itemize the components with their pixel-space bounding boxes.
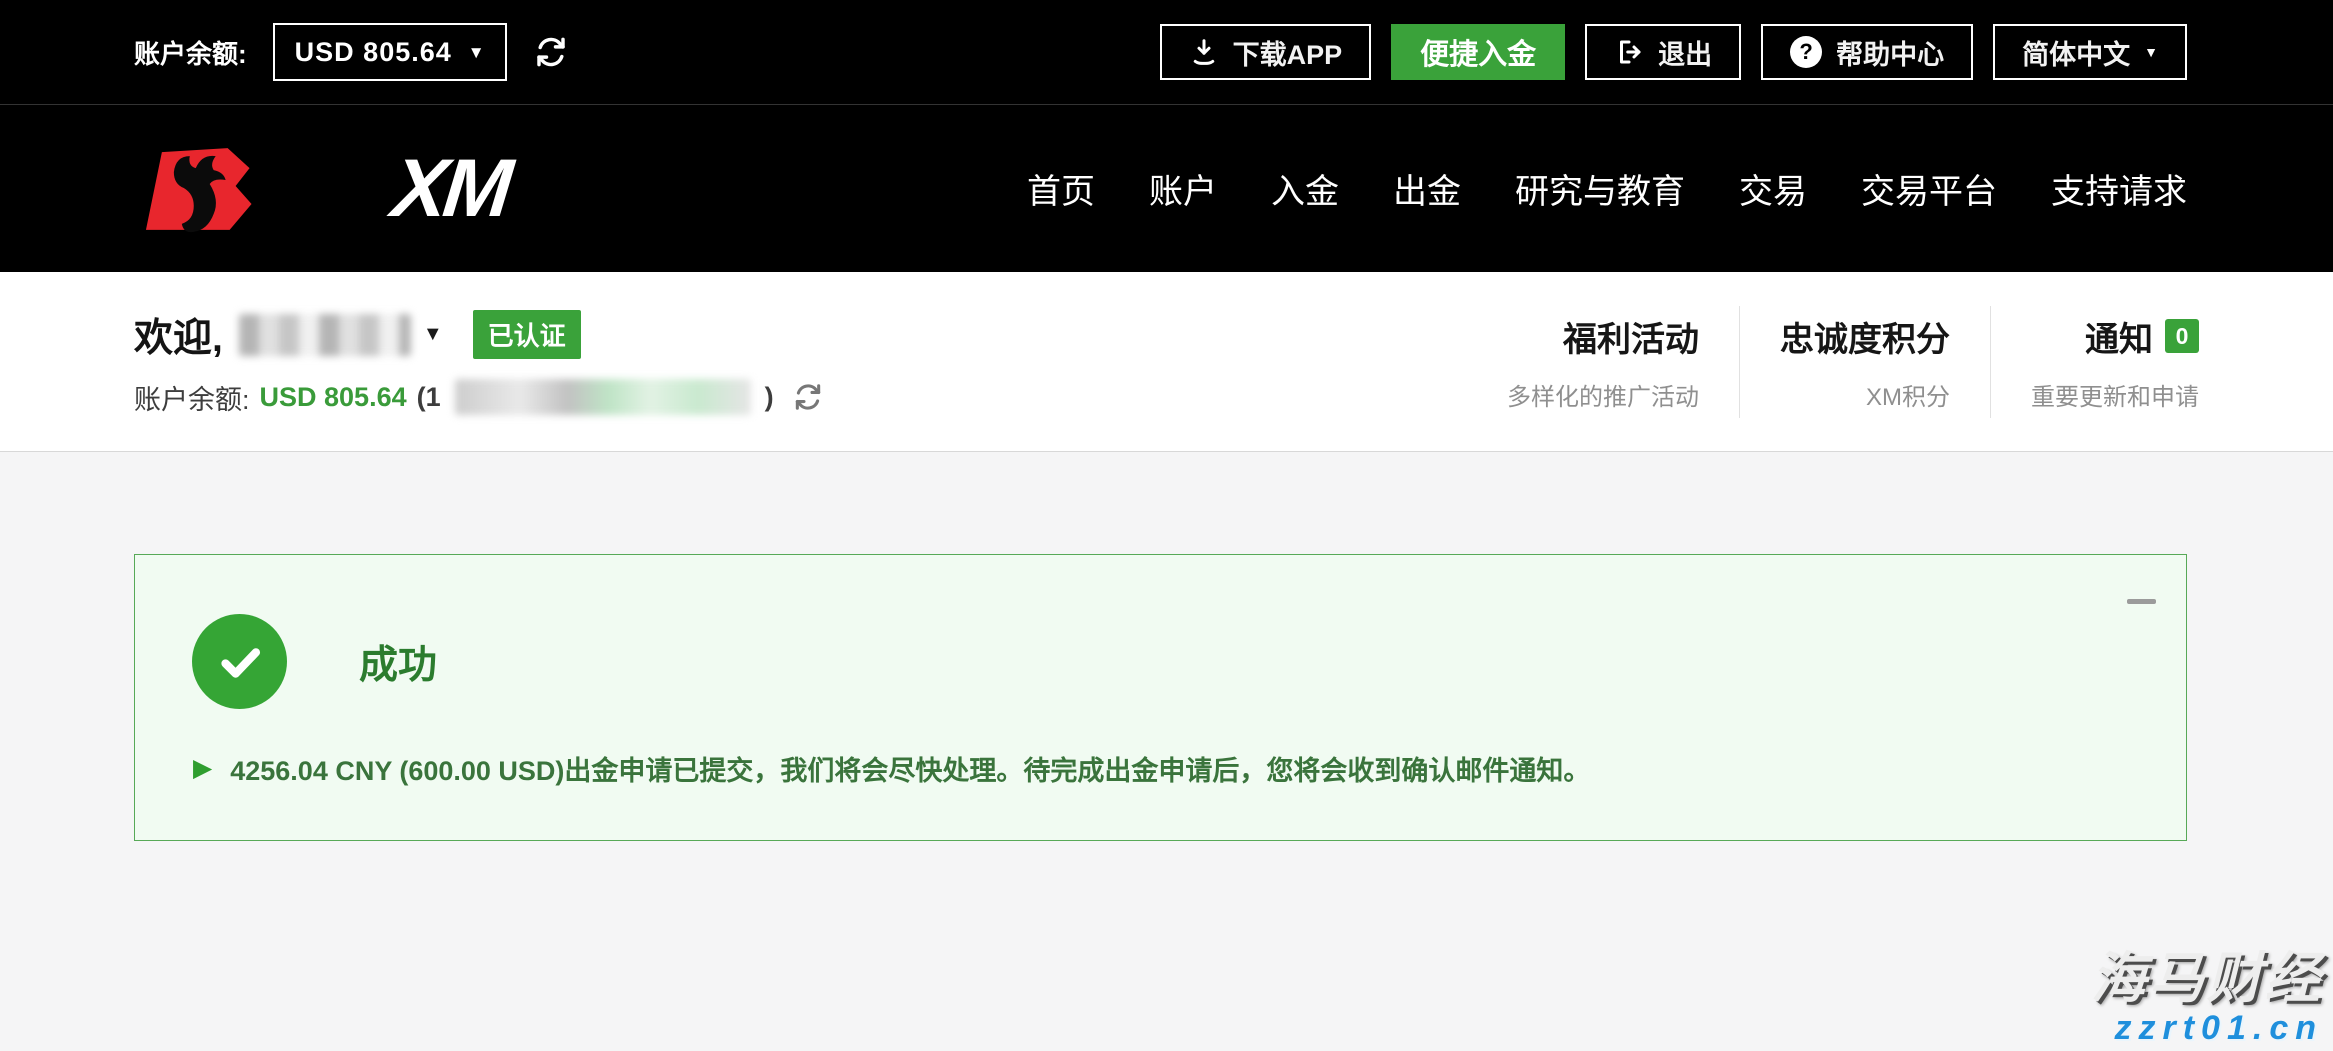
language-selector-button[interactable]: 简体中文 ▼ — [1993, 24, 2187, 80]
download-icon — [1189, 37, 1219, 67]
nav-item-home[interactable]: 首页 — [1027, 164, 1095, 213]
balance-account-dropdown[interactable]: USD 805.64 ▼ — [273, 23, 507, 81]
withdrawal-success-message: 4256.04 CNY (600.00 USD)出金申请已提交，我们将会尽快处理… — [230, 749, 1590, 788]
nav-item-deposit[interactable]: 入金 — [1271, 164, 1339, 213]
success-alert-card: 成功 ▶ 4256.04 CNY (600.00 USD)出金申请已提交，我们将… — [134, 554, 2187, 841]
xm-logo-text: XM — [389, 148, 513, 230]
nav-item-trading[interactable]: 交易 — [1739, 164, 1807, 213]
widget-loyalty-points[interactable]: 忠诚度积分 XM积分 — [1739, 306, 1990, 418]
notification-count-badge: 0 — [2165, 319, 2199, 353]
quick-deposit-button[interactable]: 便捷入金 — [1391, 24, 1565, 80]
main-content: 成功 ▶ 4256.04 CNY (600.00 USD)出金申请已提交，我们将… — [0, 452, 2333, 1051]
chevron-down-icon: ▼ — [423, 323, 443, 346]
main-nav-bar: XM 首页 账户 入金 出金 研究与教育 交易 交易平台 支持请求 — [0, 104, 2333, 272]
balance-value: USD 805.64 — [295, 37, 452, 68]
verified-badge: 已认证 — [473, 310, 581, 359]
primary-navigation: 首页 账户 入金 出金 研究与教育 交易 交易平台 支持请求 — [1027, 164, 2187, 213]
welcome-greeting: 欢迎, — [134, 307, 223, 363]
username-dropdown[interactable]: ▼ — [239, 314, 443, 356]
nav-item-support[interactable]: 支持请求 — [2051, 164, 2187, 213]
nav-item-withdraw[interactable]: 出金 — [1393, 164, 1461, 213]
refresh-balance-button[interactable] — [533, 34, 569, 70]
blurred-account-number — [455, 379, 751, 415]
nav-item-platforms[interactable]: 交易平台 — [1861, 164, 1997, 213]
top-utility-bar: 账户余额: USD 805.64 ▼ 下载APP — [0, 0, 2333, 104]
nav-item-account[interactable]: 账户 — [1149, 164, 1217, 213]
widget-notifications[interactable]: 通知 0 重要更新和申请 — [1990, 306, 2199, 418]
download-app-button[interactable]: 下载APP — [1160, 24, 1372, 80]
widget-loyalty-title: 忠诚度积分 — [1780, 312, 1950, 361]
xm-bull-icon — [134, 144, 389, 234]
success-check-icon — [192, 614, 287, 709]
balance-label: 账户余额: — [134, 378, 250, 417]
refresh-account-button[interactable] — [792, 381, 824, 413]
refresh-icon — [533, 34, 569, 70]
success-title: 成功 — [359, 634, 437, 690]
widget-notifications-subtitle: 重要更新和申请 — [2031, 377, 2199, 412]
quick-deposit-label: 便捷入金 — [1420, 31, 1536, 73]
widget-loyalty-subtitle: XM积分 — [1780, 377, 1950, 412]
widget-promotions[interactable]: 福利活动 多样化的推广活动 — [1467, 306, 1739, 418]
account-number-suffix: ) — [765, 382, 774, 413]
widget-promotions-title: 福利活动 — [1507, 312, 1699, 361]
help-center-button[interactable]: ? 帮助中心 — [1761, 24, 1973, 80]
download-app-label: 下载APP — [1233, 33, 1343, 72]
account-balance-label: 账户余额: — [134, 34, 247, 71]
bullet-triangle-icon: ▶ — [193, 756, 212, 781]
logout-button[interactable]: 退出 — [1585, 24, 1741, 80]
account-number-prefix: (1 — [417, 382, 441, 413]
logout-icon — [1614, 37, 1644, 67]
collapse-card-button[interactable] — [2127, 599, 2156, 604]
language-label: 简体中文 — [2022, 33, 2130, 72]
help-center-label: 帮助中心 — [1836, 33, 1944, 72]
nav-item-research-education[interactable]: 研究与教育 — [1515, 164, 1685, 213]
refresh-icon — [792, 381, 824, 413]
widget-notifications-title: 通知 — [2085, 312, 2153, 361]
welcome-strip: 欢迎, ▼ 已认证 账户余额: USD 805.64 (1 ) — [0, 272, 2333, 452]
balance-amount: USD 805.64 — [260, 382, 407, 413]
widget-promotions-subtitle: 多样化的推广活动 — [1507, 377, 1699, 412]
logout-label: 退出 — [1658, 33, 1712, 72]
chevron-down-icon: ▼ — [2144, 45, 2158, 59]
question-mark-icon: ? — [1790, 36, 1822, 68]
chevron-down-icon: ▼ — [468, 44, 485, 61]
xm-logo[interactable]: XM — [134, 144, 508, 234]
blurred-username — [239, 314, 411, 356]
